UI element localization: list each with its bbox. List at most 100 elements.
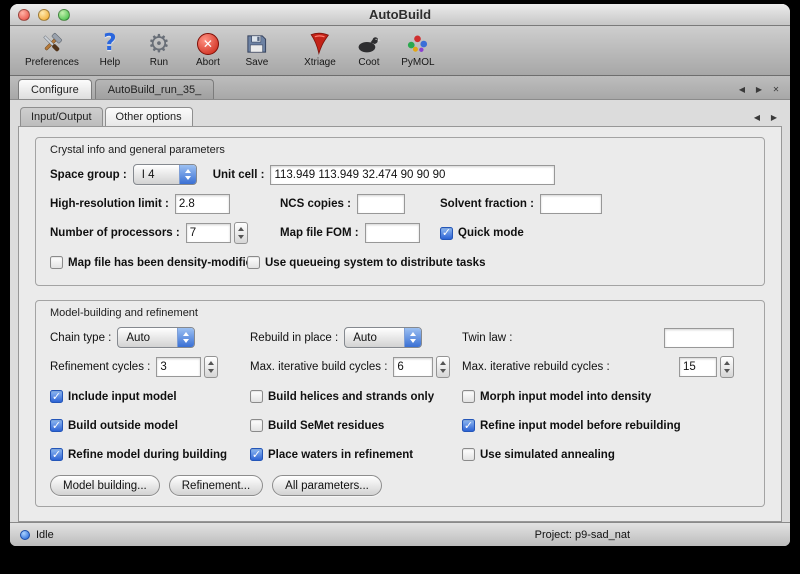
high-res-label: High-resolution limit :	[50, 198, 169, 210]
all-parameters-button[interactable]: All parameters...	[272, 475, 382, 496]
checkbox-queueing[interactable]: Use queueing system to distribute tasks	[247, 256, 491, 269]
toolbar-label: Abort	[196, 57, 220, 68]
sub-tab-navigation: ◀ ▶	[751, 113, 782, 126]
checkbox-label: Build helices and strands only	[268, 391, 434, 403]
build-cycles-input[interactable]	[393, 357, 433, 377]
groupbox-title: Crystal info and general parameters	[50, 144, 750, 156]
save-button[interactable]: Save	[236, 29, 278, 69]
rebuild-in-place-select[interactable]: Auto	[344, 327, 422, 348]
checkbox-quick-mode[interactable]: Quick mode	[440, 227, 530, 240]
space-group-select[interactable]: I 4	[133, 164, 197, 185]
toolbar-label: PyMOL	[401, 57, 434, 68]
checkbox-label: Morph input model into density	[480, 391, 651, 403]
chain-type-select[interactable]: Auto	[117, 327, 195, 348]
refinement-cycles-stepper[interactable]	[204, 356, 218, 378]
model-building-button[interactable]: Model building...	[50, 475, 160, 496]
run-button[interactable]: Run	[138, 29, 180, 69]
tab-input-output[interactable]: Input/Output	[20, 107, 103, 126]
twin-law-input[interactable]	[664, 328, 734, 348]
checkbox-box	[50, 256, 63, 269]
app-window: AutoBuild Preferences Help	[10, 4, 790, 546]
abort-icon	[194, 30, 221, 57]
coot-button[interactable]: Coot	[348, 29, 390, 69]
checkbox-box	[50, 448, 63, 461]
tab-label: Input/Output	[31, 111, 92, 123]
checkbox-box	[462, 390, 475, 403]
space-group-label: Space group :	[50, 169, 127, 181]
checkbox-morph-input-model[interactable]: Morph input model into density	[462, 386, 750, 407]
checkbox-box	[462, 419, 475, 432]
subtab-scroll-left-icon[interactable]: ◀	[751, 113, 763, 122]
tab-configure[interactable]: Configure	[18, 79, 92, 99]
processors-input[interactable]	[186, 223, 231, 243]
map-fom-label: Map file FOM :	[280, 227, 359, 239]
preferences-button[interactable]: Preferences	[22, 29, 82, 69]
toolbar-label: Xtriage	[304, 57, 336, 68]
checkbox-box	[50, 419, 63, 432]
zoom-window-button[interactable]	[58, 9, 70, 21]
rebuild-cycles-stepper[interactable]	[720, 356, 734, 378]
abort-button[interactable]: Abort	[187, 29, 229, 69]
checkbox-box	[250, 419, 263, 432]
checkbox-label: Use simulated annealing	[480, 449, 615, 461]
checkbox-build-outside-model[interactable]: Build outside model	[50, 415, 250, 436]
project-label: Project: p9-sad_nat	[535, 529, 630, 541]
tab-navigation: ◀ ▶ ✕	[736, 85, 782, 99]
main-tab-strip: Configure AutoBuild_run_35_ ◀ ▶ ✕	[10, 76, 790, 100]
content-area: Input/Output Other options ◀ ▶ Crystal i…	[10, 100, 790, 522]
status-led-icon	[20, 530, 30, 540]
rebuild-cycles-input[interactable]	[679, 357, 717, 377]
checkbox-label: Build SeMet residues	[268, 420, 384, 432]
model-building-grid: Chain type : Auto Rebuild in place : Aut…	[50, 327, 750, 465]
high-res-input[interactable]	[175, 194, 230, 214]
checkbox-simulated-annealing[interactable]: Use simulated annealing	[462, 444, 750, 465]
rebuild-in-place-label: Rebuild in place :	[250, 332, 338, 344]
sub-tab-strip: Input/Output Other options ◀ ▶	[18, 104, 782, 126]
checkbox-box	[250, 448, 263, 461]
processors-row: Number of processors : Map file FOM : Qu…	[50, 222, 750, 244]
checkbox-include-input-model[interactable]: Include input model	[50, 386, 250, 407]
refinement-button[interactable]: Refinement...	[169, 475, 263, 496]
resolution-row: High-resolution limit : NCS copies : Sol…	[50, 193, 750, 214]
rebuild-in-place-value: Auto	[353, 332, 377, 344]
tab-label: Other options	[116, 111, 182, 123]
checkbox-density-modified[interactable]: Map file has been density-modified	[50, 256, 247, 269]
checkbox-refine-during-building[interactable]: Refine model during building	[50, 444, 250, 465]
close-window-button[interactable]	[18, 9, 30, 21]
chain-type-label: Chain type :	[50, 332, 111, 344]
tab-autobuild-run-35[interactable]: AutoBuild_run_35_	[95, 79, 215, 99]
solvent-fraction-input[interactable]	[540, 194, 602, 214]
build-cycles-label: Max. iterative build cycles :	[250, 361, 387, 373]
crystal-checkbox-row: Map file has been density-modified Use q…	[50, 252, 750, 273]
tab-scroll-right-icon[interactable]: ▶	[753, 85, 765, 94]
model-building-groupbox: Model-building and refinement Chain type…	[35, 300, 765, 507]
minimize-window-button[interactable]	[38, 9, 50, 21]
checkbox-label: Map file has been density-modified	[68, 257, 259, 269]
checkbox-build-semet[interactable]: Build SeMet residues	[250, 415, 462, 436]
checkbox-place-waters[interactable]: Place waters in refinement	[250, 444, 462, 465]
refinement-cycles-input[interactable]	[156, 357, 201, 377]
subtab-scroll-right-icon[interactable]: ▶	[768, 113, 780, 122]
map-fom-input[interactable]	[365, 223, 420, 243]
build-cycles-stepper[interactable]	[436, 356, 450, 378]
checkbox-label: Include input model	[68, 391, 177, 403]
unit-cell-input[interactable]	[270, 165, 555, 185]
status-bar: Idle Project: p9-sad_nat	[10, 522, 790, 546]
ncs-copies-label: NCS copies :	[280, 198, 351, 210]
title-bar[interactable]: AutoBuild	[10, 4, 790, 26]
chain-type-value: Auto	[126, 332, 150, 344]
checkbox-box	[50, 390, 63, 403]
ncs-copies-input[interactable]	[357, 194, 405, 214]
checkbox-build-helices-strands[interactable]: Build helices and strands only	[250, 386, 462, 407]
pymol-button[interactable]: PyMOL	[397, 29, 439, 69]
tab-other-options[interactable]: Other options	[105, 107, 193, 126]
help-button[interactable]: Help	[89, 29, 131, 69]
tab-scroll-left-icon[interactable]: ◀	[736, 85, 748, 94]
checkbox-box	[440, 227, 453, 240]
save-icon	[243, 30, 270, 57]
processors-stepper[interactable]	[234, 222, 248, 244]
xtriage-button[interactable]: Xtriage	[299, 29, 341, 69]
space-group-value: I 4	[142, 169, 155, 181]
checkbox-refine-input-model[interactable]: Refine input model before rebuilding	[462, 415, 750, 436]
tab-close-icon[interactable]: ✕	[770, 85, 782, 94]
